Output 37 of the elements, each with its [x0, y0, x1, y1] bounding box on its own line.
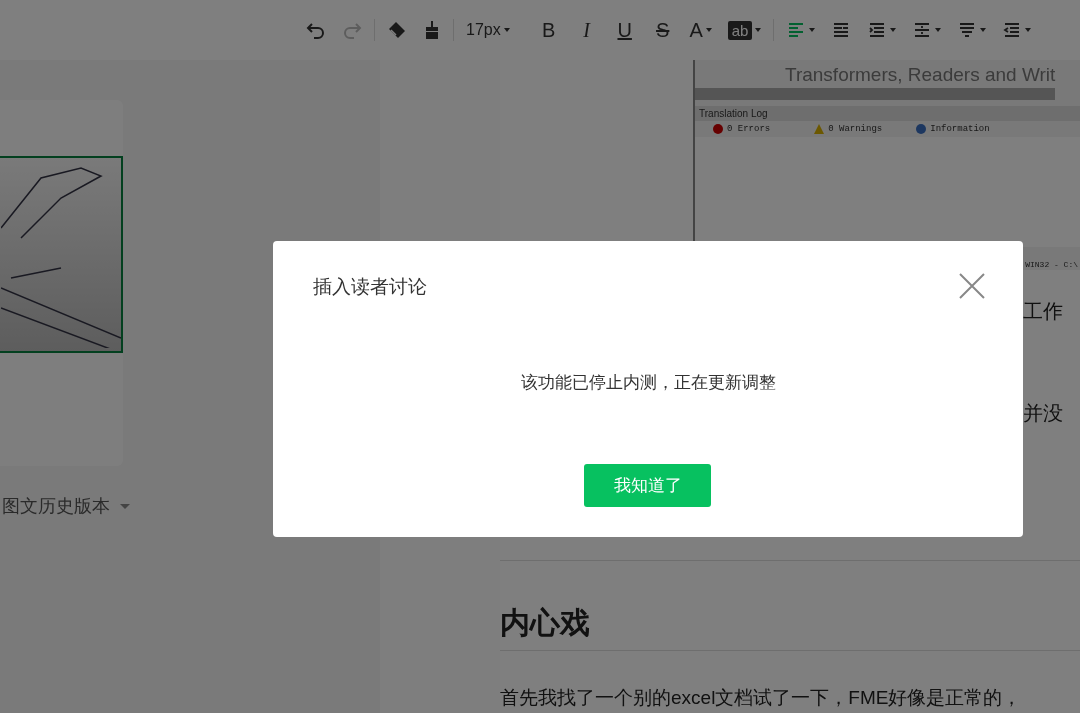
- caret-icon: [935, 28, 942, 32]
- text-style-button[interactable]: U: [607, 14, 642, 46]
- caret-icon: [120, 503, 130, 509]
- dialog-title: 插入读者讨论: [313, 275, 427, 299]
- caret-icon: [705, 28, 712, 32]
- font-size-dropdown[interactable]: 17px: [460, 14, 520, 46]
- section-heading: 内心戏: [500, 605, 591, 641]
- eraser-icon: [387, 20, 407, 40]
- warning-count: 0 Warnings: [828, 124, 883, 134]
- canvas-hint: Transformers, Readers and Writ: [785, 64, 1057, 86]
- dialog-message: 该功能已停止内测，正在更新调整: [519, 372, 777, 394]
- text-style-button[interactable]: S: [645, 14, 680, 46]
- caret-icon: [503, 28, 510, 32]
- article-text: 并没: [1022, 401, 1064, 426]
- highlight-button[interactable]: ab: [721, 14, 768, 46]
- text-style-button[interactable]: I: [569, 14, 604, 46]
- error-icon: [713, 124, 723, 134]
- undo-icon: [306, 20, 326, 40]
- redo-icon: [342, 20, 362, 40]
- caret-icon: [1025, 28, 1032, 32]
- caret-icon: [809, 28, 816, 32]
- caret-icon: [755, 28, 762, 32]
- article-paragraph: 首先我找了一个别的excel文档试了一下，FME好像是正常的，: [500, 686, 1023, 710]
- error-count: 0 Errors: [727, 124, 771, 134]
- history-version-dropdown[interactable]: 图文历史版本: [2, 494, 110, 518]
- close-icon[interactable]: [959, 273, 985, 299]
- caret-icon: [980, 28, 987, 32]
- log-title: Translation Log: [695, 106, 1080, 121]
- text-style-button[interactable]: B: [531, 14, 566, 46]
- font-color-button[interactable]: A: [683, 14, 718, 46]
- info-icon: [916, 124, 927, 134]
- article-text: 工作: [1022, 299, 1064, 324]
- confirm-button[interactable]: 我知道了: [584, 464, 711, 507]
- status-text: WIN32 - C:\: [1025, 260, 1078, 270]
- brush-icon: [423, 20, 441, 40]
- caret-icon: [890, 28, 897, 32]
- information-label: Information: [930, 124, 990, 134]
